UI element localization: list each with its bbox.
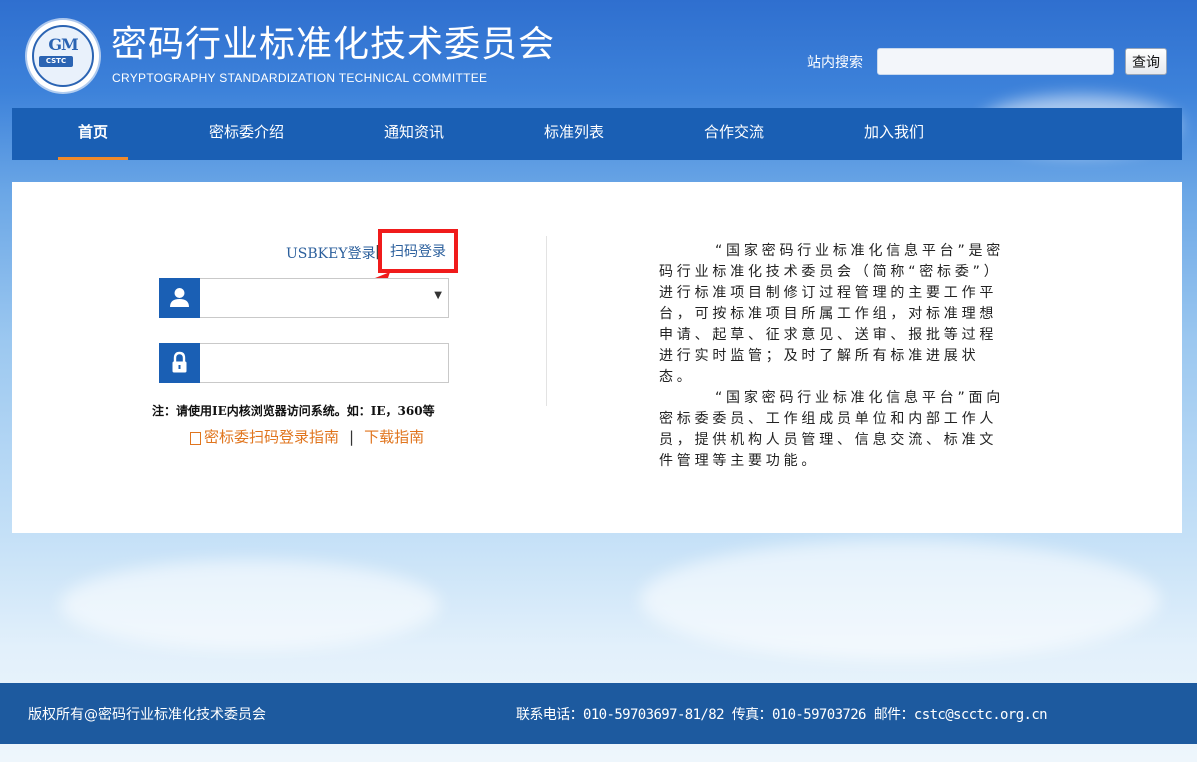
- links-separator: |: [349, 427, 355, 446]
- main-nav: 首页 密标委介绍 通知资讯 标准列表 合作交流 加入我们: [12, 108, 1182, 160]
- search-input[interactable]: [877, 48, 1114, 75]
- logo-gm-text: GM: [48, 35, 78, 54]
- footer-copyright: 版权所有@密码行业标准化技术委员会: [28, 707, 266, 723]
- password-field[interactable]: [159, 343, 449, 383]
- site-subtitle: CRYPTOGRAPHY STANDARDIZATION TECHNICAL C…: [112, 71, 488, 85]
- cloud-decoration: [60, 560, 440, 650]
- qr-login-guide-link[interactable]: 密标委扫码登录指南: [204, 426, 339, 447]
- platform-description: “国家密码行业标准化信息平台”是密码行业标准化技术委员会（简称“密标委”）进行标…: [659, 241, 1009, 472]
- guide-links: 密标委扫码登录指南 | 下载指南: [190, 426, 424, 447]
- nav-item-about[interactable]: 密标委介绍: [209, 108, 284, 160]
- download-guide-link[interactable]: 下载指南: [364, 426, 424, 447]
- cstc-logo[interactable]: GM CSTC: [27, 20, 99, 92]
- user-icon: [159, 278, 200, 318]
- document-icon: [190, 432, 201, 445]
- nav-item-standards[interactable]: 标准列表: [544, 108, 604, 160]
- cloud-decoration: [640, 540, 1160, 660]
- nav-item-news[interactable]: 通知资讯: [384, 108, 444, 160]
- nav-item-join[interactable]: 加入我们: [864, 108, 924, 160]
- lock-icon: [159, 343, 200, 383]
- logo-cstc-badge: CSTC: [39, 56, 73, 67]
- description-paragraph: “国家密码行业标准化信息平台”是密码行业标准化技术委员会（简称“密标委”）进行标…: [659, 243, 1005, 385]
- nav-item-home[interactable]: 首页: [58, 108, 128, 160]
- nav-item-cooperation[interactable]: 合作交流: [704, 108, 764, 160]
- tab-qr-login[interactable]: 扫码登录: [378, 229, 458, 273]
- chevron-down-icon[interactable]: ▼: [434, 290, 442, 301]
- search-button[interactable]: 查询: [1125, 48, 1167, 75]
- search-label: 站内搜索: [807, 55, 863, 71]
- vertical-divider: [546, 236, 547, 406]
- browser-note: 注：请使用IE内核浏览器访问系统。如：IE，360等: [152, 404, 435, 418]
- description-paragraph: “国家密码行业标准化信息平台”面向密标委委员、工作组成员单位和内部工作人员，提供…: [659, 390, 1005, 469]
- tab-usbkey-login[interactable]: USBKEY登录: [286, 243, 376, 263]
- footer-contact: 联系电话：010-59703697-81/82 传真：010-59703726 …: [516, 707, 1048, 723]
- site-title: 密码行业标准化技术委员会: [111, 24, 556, 65]
- username-select[interactable]: ▼: [159, 278, 449, 318]
- tab-qr-login-label: 扫码登录: [390, 244, 446, 260]
